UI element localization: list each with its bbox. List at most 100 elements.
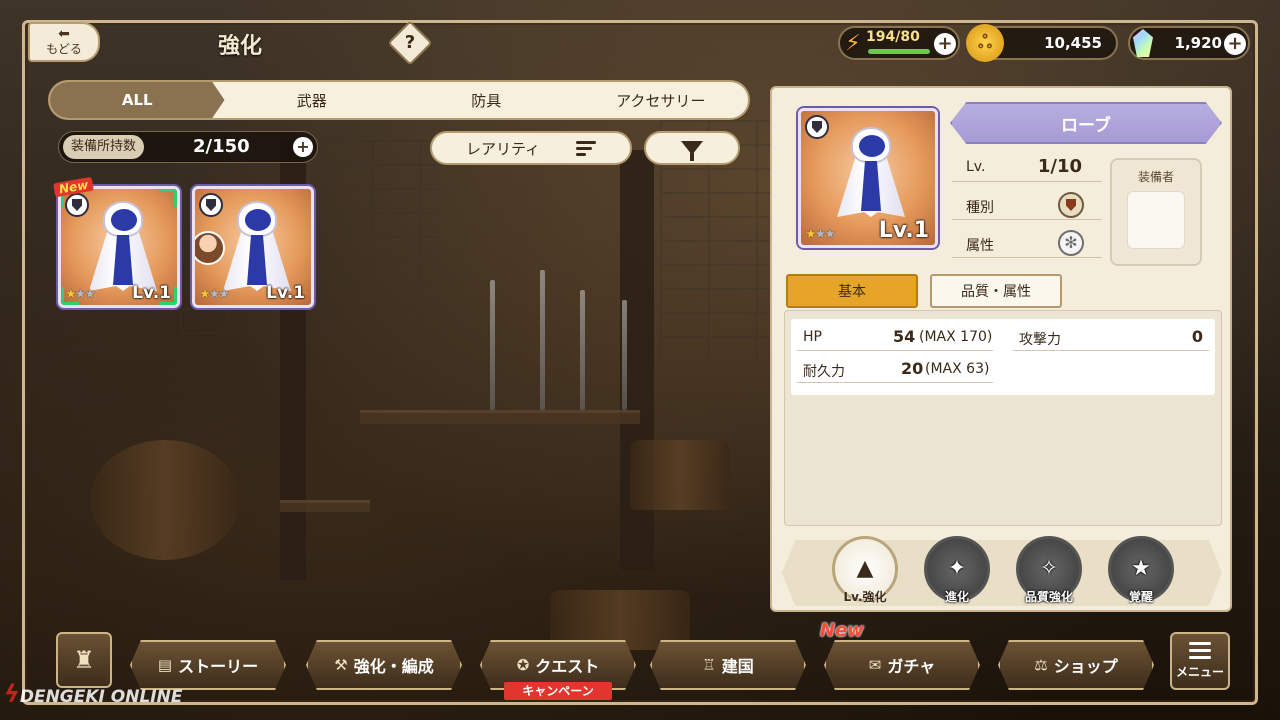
- stats-list: HP 54 (MAX 170) 攻撃力 0 耐久力 20 (MAX 63): [791, 319, 1215, 395]
- owned-count-value: 2/150: [193, 136, 250, 157]
- nav-gacha[interactable]: ✉ ガチャ: [824, 640, 980, 690]
- stamina-text: 194/80: [866, 29, 920, 45]
- tab-all[interactable]: ALL: [50, 82, 225, 118]
- book-icon: ▤: [157, 656, 173, 674]
- crystal-icon: [1124, 24, 1162, 62]
- bg-sword: [622, 300, 627, 410]
- bg-pot: [630, 440, 730, 510]
- equipper-slot[interactable]: 装備者: [1110, 158, 1202, 266]
- nav-enhance[interactable]: ⚒ 強化・編成: [306, 640, 462, 690]
- tab-weapon[interactable]: 武器: [225, 82, 400, 118]
- tab-accessory[interactable]: アクセサリー: [574, 82, 749, 118]
- stamina-bar-fill: [868, 49, 930, 54]
- bg-stool: [280, 500, 370, 512]
- level-value: 1/10: [1037, 156, 1082, 177]
- stars-icon: ★: [1131, 556, 1151, 581]
- stamina-counter: ⚡ 194/80 +: [838, 26, 960, 60]
- item-card[interactable]: ★★★ Lv.1: [58, 186, 180, 308]
- bg-grindstone: [90, 440, 240, 560]
- robe-icon: [831, 127, 911, 219]
- stat-hp: HP 54 (MAX 170): [797, 323, 993, 351]
- question-icon: ?: [404, 32, 416, 53]
- stats-panel: HP 54 (MAX 170) 攻撃力 0 耐久力 20 (MAX 63): [784, 310, 1222, 526]
- tab-armor[interactable]: 防具: [399, 82, 574, 118]
- equipped-character-avatar: [195, 231, 225, 265]
- type-label: 種別: [966, 200, 994, 216]
- gem-text: 1,920: [1174, 34, 1222, 52]
- nav-shop[interactable]: ⚖ ショップ: [998, 640, 1154, 690]
- shield-icon: [199, 193, 223, 217]
- gold-text: 10,455: [1044, 34, 1102, 52]
- back-label: もどる: [46, 41, 82, 56]
- item-card[interactable]: ★★★ Lv.1: [192, 186, 314, 308]
- bg-table: [360, 410, 640, 424]
- owned-count: 装備所持数 2/150 +: [58, 131, 318, 163]
- castle-gate-icon: ♖: [702, 656, 716, 674]
- add-stamina-button[interactable]: +: [934, 33, 956, 55]
- sort-label: レアリティ: [465, 139, 541, 158]
- coin-icon: ஃ: [966, 24, 1004, 62]
- attribute-label: 属性: [966, 238, 994, 254]
- stat-attack: 攻撃力 0: [1013, 323, 1209, 351]
- expand-capacity-button[interactable]: +: [293, 137, 313, 157]
- rarity-stars: ★★★: [805, 227, 836, 242]
- shield-icon: [805, 115, 829, 139]
- awaken-button[interactable]: ★ 覚醒: [1108, 536, 1174, 604]
- filter-icon: [681, 141, 703, 161]
- detail-item-thumbnail: ★★★ Lv.1: [798, 108, 938, 248]
- robe-icon: [217, 201, 297, 293]
- item-name: ローブ: [950, 102, 1222, 144]
- bg-sword: [490, 280, 495, 410]
- rarity-stars: ★★★: [199, 287, 230, 302]
- sort-button[interactable]: レアリティ: [430, 131, 632, 165]
- selection-corner: [159, 287, 177, 305]
- level-label: Lv.: [966, 159, 986, 175]
- quality-enhance-button[interactable]: ✧ 品質強化: [1016, 536, 1082, 604]
- castle-icon: ♜: [73, 646, 95, 674]
- level-up-icon: ▲: [856, 556, 874, 581]
- selection-corner: [159, 189, 177, 207]
- gacha-new-tag: New: [820, 620, 864, 641]
- equipper-portrait-empty: [1127, 191, 1185, 249]
- evolve-button[interactable]: ✦ 進化: [924, 536, 990, 604]
- level-up-button[interactable]: ▲ Lv.強化: [832, 536, 898, 604]
- campaign-ribbon: キャンペーン: [504, 682, 612, 700]
- scroll-icon: ✉: [868, 656, 882, 674]
- level-row: Lv. 1/10: [952, 154, 1102, 182]
- nav-kingdom[interactable]: ♖ 建国: [650, 640, 806, 690]
- menu-button[interactable]: メニュー: [1170, 632, 1230, 690]
- filter-button[interactable]: [644, 131, 740, 165]
- stamina-bar: [868, 49, 930, 54]
- menu-icon: [1189, 642, 1211, 659]
- back-arrow-icon: ⬅: [58, 25, 70, 42]
- sword-star-icon: ✦: [947, 556, 967, 581]
- category-tabs: ALL 武器 防具 アクセサリー: [48, 80, 750, 120]
- scales-icon: ⚖: [1034, 656, 1048, 674]
- item-detail-panel: ★★★ Lv.1 ローブ Lv. 1/10 種別 属性 ✻ 装備者 基本 品質・…: [770, 86, 1232, 612]
- anvil-icon: ⚒: [334, 656, 348, 674]
- page-title: 強化: [218, 34, 263, 59]
- add-gems-button[interactable]: +: [1224, 33, 1246, 55]
- gem-counter: 1,920 +: [1128, 26, 1250, 60]
- bg-sword: [540, 270, 545, 410]
- compass-icon: ✪: [516, 656, 530, 674]
- gold-counter: ஃ 10,455: [966, 24, 1118, 62]
- tab-basic[interactable]: 基本: [786, 274, 918, 308]
- owned-count-label: 装備所持数: [63, 135, 145, 159]
- stat-durability: 耐久力 20 (MAX 63): [797, 355, 993, 383]
- attribute-row: 属性 ✻: [952, 230, 1102, 258]
- sword-sparkle-icon: ✧: [1039, 556, 1059, 581]
- armor-type-icon: [1058, 192, 1084, 218]
- bg-sword: [580, 290, 585, 410]
- selection-corner: [61, 287, 79, 305]
- robe-icon: [83, 201, 163, 293]
- equipper-label: 装備者: [1137, 170, 1174, 184]
- item-level: Lv.1: [266, 283, 305, 303]
- detail-item-level: Lv.1: [878, 218, 929, 243]
- watermark-logo: ϟDENGEKI ONLINE: [4, 680, 183, 708]
- type-row: 種別: [952, 192, 1102, 220]
- back-button[interactable]: ⬅ もどる: [28, 22, 100, 62]
- attribute-icon: ✻: [1058, 230, 1084, 256]
- sort-icon: [576, 140, 597, 156]
- tab-quality-attribute[interactable]: 品質・属性: [930, 274, 1062, 308]
